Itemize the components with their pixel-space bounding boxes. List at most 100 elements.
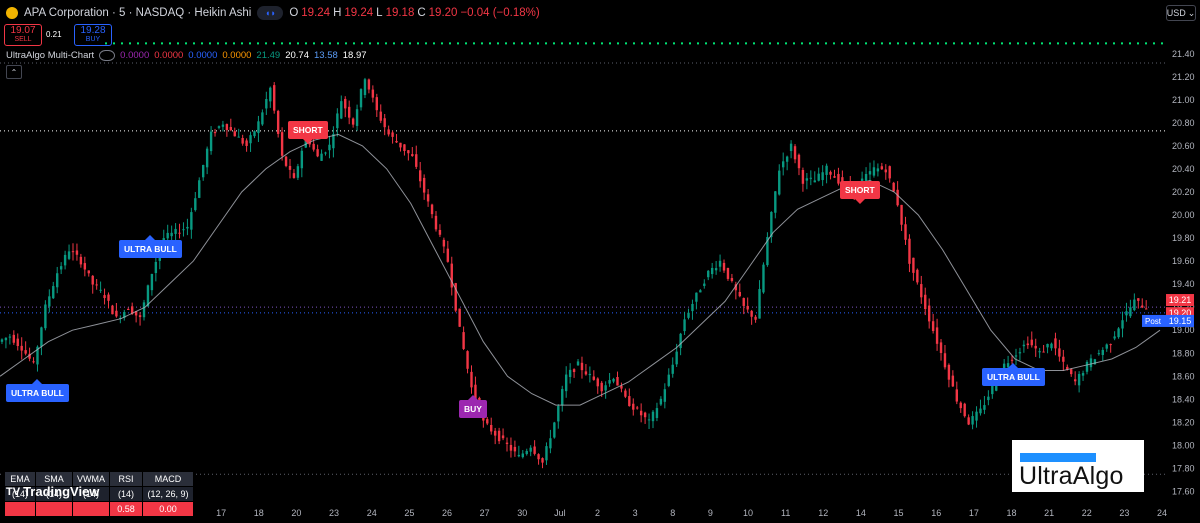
ohlc-readout: O 19.24 H 19.24 L 19.18 C 19.20 −0.04 (−0.18… [289, 7, 540, 19]
candle-body [387, 129, 390, 135]
candle-body [707, 270, 710, 278]
table-cell: 0.00 [142, 501, 194, 517]
candle-body [896, 189, 899, 206]
tradingview-logo: TV TradingView [6, 484, 100, 499]
candle-body [446, 248, 450, 262]
candle-body [1133, 299, 1136, 311]
candle-body [320, 153, 323, 161]
candle-body [785, 156, 789, 162]
candle-body [868, 171, 872, 175]
candle-body [87, 270, 90, 274]
currency-selector[interactable]: USD ⌄ [1166, 5, 1196, 21]
y-tick-label: 17.80 [1172, 463, 1195, 473]
candle-body [971, 416, 974, 425]
x-tick-label: 9 [708, 508, 713, 518]
x-tick-label: 18 [254, 508, 264, 518]
candle-body [205, 148, 209, 168]
candle-body [375, 97, 379, 111]
candle-body [166, 232, 169, 239]
candle-body [754, 316, 757, 320]
candle-body [576, 361, 580, 366]
candle-body [533, 446, 536, 454]
candle-body [505, 442, 509, 444]
indicator-value: 0.0000 [188, 50, 218, 61]
candle-body [83, 263, 87, 270]
candle-body [493, 430, 497, 436]
candle-body [1042, 351, 1045, 353]
candle-body [0, 339, 4, 342]
y-tick-label: 19.40 [1172, 279, 1195, 289]
candle-body [1109, 344, 1112, 346]
x-tick-label: 2 [595, 508, 600, 518]
candle-body [419, 170, 422, 182]
candle-body [182, 229, 185, 231]
candle-body [651, 411, 655, 422]
candle-body [379, 111, 382, 121]
candle-body [1129, 307, 1132, 317]
chevron-up-icon[interactable]: ⌃ [6, 65, 22, 79]
table-cell: (12, 26, 9) [142, 486, 194, 502]
indicator-name[interactable]: UltraAlgo Multi-Chart [6, 50, 94, 61]
candle-body [245, 140, 248, 146]
candle-body [1117, 328, 1120, 338]
candle-body [265, 99, 268, 109]
candle-body [695, 292, 698, 302]
candle-body [801, 169, 805, 184]
candle-body [632, 403, 635, 410]
indicator-value: 0.0000 [120, 50, 150, 61]
candle-body [67, 251, 71, 259]
candle-body [655, 408, 659, 418]
candle-body [667, 374, 670, 386]
candle-body [48, 296, 51, 307]
candle-body [63, 254, 67, 266]
candle-body [762, 264, 765, 293]
candle-body [269, 87, 272, 102]
candle-body [679, 333, 682, 349]
candle-body [52, 286, 55, 299]
signal-short: SHORT [840, 181, 880, 204]
candle-body [249, 135, 252, 144]
candle-body [537, 454, 540, 460]
candle-body [253, 131, 256, 137]
candle-body [490, 425, 493, 432]
candle-body [829, 171, 832, 175]
candle-body [241, 137, 244, 144]
ultraalgo-logo: UltraAlgo [1012, 440, 1144, 492]
candle-body [403, 144, 406, 151]
candle-body [399, 142, 402, 148]
candle-body [407, 150, 410, 154]
candle-body [24, 350, 27, 354]
candle-body [1022, 344, 1026, 347]
candle-body [225, 124, 229, 130]
symbol-title[interactable]: APA Corporation · 5 · NASDAQ · Heikin As… [24, 7, 251, 19]
chevron-down-icon: ⌄ [1187, 7, 1196, 18]
candle-body [825, 165, 828, 175]
eye-icon[interactable] [99, 50, 116, 61]
candle-body [280, 132, 284, 156]
candle-body [1062, 356, 1065, 362]
candle-body [434, 215, 438, 230]
candle-body [726, 267, 730, 279]
candle-body [1097, 353, 1101, 355]
table-cell: MACD [142, 471, 194, 487]
candle-body [975, 411, 978, 421]
indicator-legend[interactable]: UltraAlgo Multi-Chart 0.0000 0.0000 0.0000… [6, 50, 367, 61]
y-tick-label: 20.40 [1172, 164, 1195, 174]
candle-body [600, 382, 603, 392]
candle-body [91, 275, 94, 285]
y-tick-label: 20.20 [1172, 187, 1195, 197]
sell-button[interactable]: 19.07 SELL [4, 24, 42, 46]
signal-short: SHORT [288, 121, 328, 144]
candle-body [213, 132, 217, 134]
buy-button[interactable]: 19.28 BUY [74, 24, 112, 46]
candle-body [967, 417, 970, 425]
indicator-value: 0.0000 [154, 50, 184, 61]
candle-body [438, 229, 442, 235]
candle-body [628, 396, 631, 407]
compare-toggle-icon[interactable]: ◖◗ [257, 6, 284, 20]
candle-body [344, 98, 347, 109]
candle-body [718, 260, 722, 267]
candle-body [154, 261, 158, 274]
x-tick-label: 17 [969, 508, 979, 518]
candle-body [383, 118, 386, 128]
